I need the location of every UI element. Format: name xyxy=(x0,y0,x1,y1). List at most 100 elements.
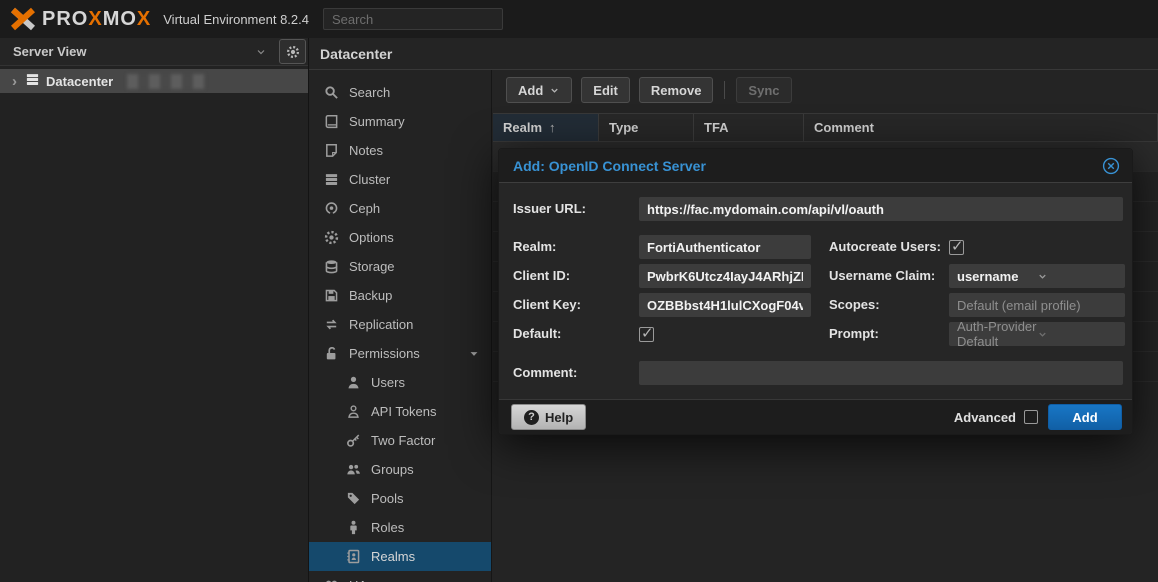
sidebar-item-label: Groups xyxy=(371,462,414,477)
close-icon[interactable] xyxy=(1102,157,1120,175)
realm-label: Realm: xyxy=(513,235,556,259)
brand-letter: MO xyxy=(103,8,137,30)
question-icon: ? xyxy=(524,410,539,425)
comment-input[interactable] xyxy=(639,361,1123,385)
sidebar-item-label: Users xyxy=(371,375,405,390)
scopes-input[interactable] xyxy=(949,293,1125,317)
server-icon xyxy=(25,72,40,90)
sidebar-item-pools[interactable]: Pools xyxy=(309,484,491,513)
resource-tree-panel: Server View › Datacenter xyxy=(0,38,309,582)
unlock-icon xyxy=(323,346,340,361)
resource-tree: › Datacenter xyxy=(0,66,308,93)
realm-toolbar: Add Edit Remove Sync xyxy=(493,70,792,110)
advanced-label: Advanced xyxy=(954,410,1016,425)
client-id-label: Client ID: xyxy=(513,264,570,288)
advanced-checkbox[interactable] xyxy=(1024,410,1038,424)
sidebar-item-api-tokens[interactable]: API Tokens xyxy=(309,397,491,426)
tree-item-datacenter[interactable]: › Datacenter xyxy=(0,69,308,93)
tree-item-label: Datacenter xyxy=(46,74,113,89)
sidebar-item-permissions[interactable]: Permissions xyxy=(309,339,491,368)
username-claim-select[interactable]: username xyxy=(949,264,1125,288)
tree-settings-button[interactable] xyxy=(279,39,306,64)
column-header-comment[interactable]: Comment xyxy=(804,114,1158,141)
sidebar-item-users[interactable]: Users xyxy=(309,368,491,397)
autocreate-users-checkbox[interactable] xyxy=(949,240,964,255)
client-key-input[interactable] xyxy=(639,293,811,317)
breadcrumb: Datacenter xyxy=(320,46,392,62)
sidebar-item-notes[interactable]: Notes xyxy=(309,136,491,165)
chevron-down-icon xyxy=(255,46,267,58)
sidebar-item-label: Roles xyxy=(371,520,404,535)
dialog-body: Issuer URL: Realm: Autocreate Users: Cli… xyxy=(499,183,1132,399)
column-label: Type xyxy=(609,120,638,135)
help-button[interactable]: ? Help xyxy=(511,404,586,430)
dialog-add-button[interactable]: Add xyxy=(1048,404,1122,430)
dialog-title: Add: OpenID Connect Server xyxy=(513,158,1102,174)
chevron-right-icon[interactable]: › xyxy=(12,74,17,89)
sidebar-item-label: HA xyxy=(349,578,367,582)
column-label: TFA xyxy=(704,120,729,135)
view-selector[interactable]: Server View xyxy=(0,38,275,65)
realm-input[interactable] xyxy=(639,235,811,259)
username-claim-label: Username Claim: xyxy=(829,264,935,288)
sync-button[interactable]: Sync xyxy=(736,77,791,103)
column-header-tfa[interactable]: TFA xyxy=(694,114,804,141)
sidebar-item-label: Permissions xyxy=(349,346,420,361)
sidebar-item-storage[interactable]: Storage xyxy=(309,252,491,281)
client-id-input[interactable] xyxy=(639,264,811,288)
global-search-input[interactable] xyxy=(323,8,503,30)
prompt-select[interactable]: Auth-Provider Default xyxy=(949,322,1125,346)
floppy-icon xyxy=(323,288,340,303)
sidebar-item-summary[interactable]: Summary xyxy=(309,107,491,136)
sidebar-item-replication[interactable]: Replication xyxy=(309,310,491,339)
edit-button[interactable]: Edit xyxy=(581,77,630,103)
sidebar-item-two-factor[interactable]: Two Factor xyxy=(309,426,491,455)
address-book-icon xyxy=(345,549,362,564)
sidebar-item-roles[interactable]: Roles xyxy=(309,513,491,542)
sidebar-item-label: Replication xyxy=(349,317,413,332)
sidebar-item-options[interactable]: Options xyxy=(309,223,491,252)
note-icon xyxy=(323,143,340,158)
server-icon xyxy=(323,172,340,187)
sidebar-item-label: Realms xyxy=(371,549,415,564)
sidebar-item-label: Ceph xyxy=(349,201,380,216)
sidebar-item-ha[interactable]: HA xyxy=(309,571,491,582)
remove-button[interactable]: Remove xyxy=(639,77,714,103)
sidebar-item-cluster[interactable]: Cluster xyxy=(309,165,491,194)
redacted-text xyxy=(127,74,205,89)
book-icon xyxy=(323,114,340,129)
sidebar-item-label: API Tokens xyxy=(371,404,437,419)
add-button[interactable]: Add xyxy=(506,77,572,103)
user-o-icon xyxy=(345,404,362,419)
datacenter-menu: SearchSummaryNotesCluster Ceph Options Stor… xyxy=(309,70,492,582)
sidebar-item-realms[interactable]: Realms xyxy=(309,542,491,571)
sidebar-item-groups[interactable]: Groups xyxy=(309,455,491,484)
add-openid-dialog: Add: OpenID Connect Server Issuer URL: R… xyxy=(498,148,1133,435)
chevron-down-icon xyxy=(1037,329,1117,340)
autocreate-users-label: Autocreate Users: xyxy=(829,235,941,259)
brand-letter: X xyxy=(137,8,151,30)
default-label: Default: xyxy=(513,322,561,346)
gear-icon xyxy=(286,45,300,59)
client-key-label: Client Key: xyxy=(513,293,581,317)
sidebar-item-search[interactable]: Search xyxy=(309,78,491,107)
dialog-footer: ? Help Advanced Add xyxy=(499,399,1132,434)
sidebar-item-label: Options xyxy=(349,230,394,245)
brand-letter: X xyxy=(88,8,102,30)
sidebar-item-backup[interactable]: Backup xyxy=(309,281,491,310)
issuer-url-input[interactable] xyxy=(639,197,1123,221)
column-label: Realm xyxy=(503,120,542,135)
proxmox-app: PROXMOX Virtual Environment 8.2.4 Server… xyxy=(0,0,1158,582)
panel-header: Datacenter xyxy=(309,38,1158,70)
sort-ascending-icon: ↑ xyxy=(549,120,556,135)
heart-icon xyxy=(323,578,340,582)
sidebar-item-ceph[interactable]: Ceph xyxy=(309,194,491,223)
default-checkbox[interactable] xyxy=(639,327,654,342)
column-header-realm[interactable]: Realm ↑ xyxy=(493,114,599,141)
column-label: Comment xyxy=(814,120,874,135)
column-header-type[interactable]: Type xyxy=(599,114,694,141)
caret-down-icon[interactable] xyxy=(469,349,479,359)
proxmox-logo: PROXMOX Virtual Environment 8.2.4 xyxy=(0,7,309,31)
sidebar-item-label: Storage xyxy=(349,259,395,274)
brand-wordmark: PROXMOX xyxy=(42,9,151,29)
